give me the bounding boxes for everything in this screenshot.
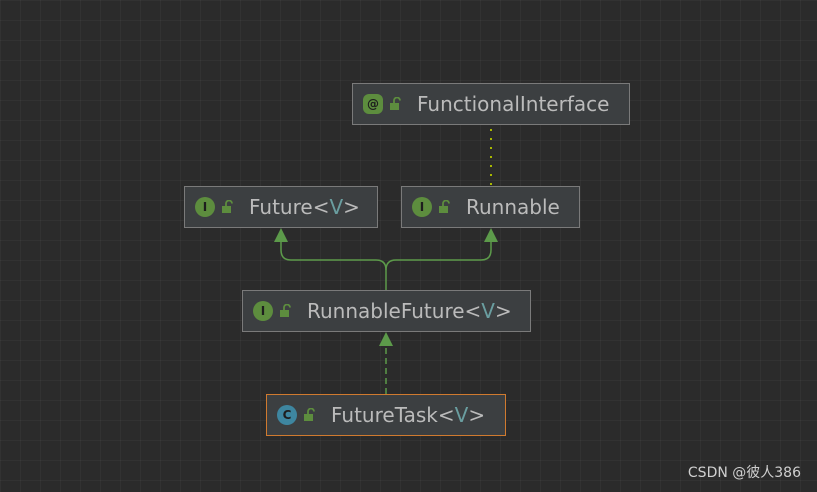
generic-open: < <box>464 299 482 323</box>
class-name: FutureTask <box>331 403 438 427</box>
node-functional-interface[interactable]: @ FunctionalInterface <box>352 83 630 125</box>
node-label: Future<V> <box>249 195 360 219</box>
generic-close: > <box>468 403 486 427</box>
interface-icon: I <box>195 197 215 217</box>
node-label: RunnableFuture<V> <box>307 299 512 323</box>
unlocked-icon <box>222 200 233 213</box>
generic-close: > <box>343 195 360 219</box>
type-parameter: V <box>329 195 344 219</box>
class-icon: C <box>277 405 297 425</box>
interface-icon: I <box>412 197 432 217</box>
generic-close: > <box>494 299 512 323</box>
interface-icon: I <box>253 301 273 321</box>
unlocked-icon <box>280 304 291 317</box>
arrowhead-runnable-future <box>379 332 393 346</box>
node-future[interactable]: I Future<V> <box>184 186 378 228</box>
unlocked-icon <box>304 408 315 421</box>
node-label: FutureTask<V> <box>331 403 485 427</box>
unlocked-icon <box>439 200 450 213</box>
arrowhead-future <box>274 228 288 242</box>
generic-open: < <box>437 403 455 427</box>
class-name: Future <box>249 195 313 219</box>
type-parameter: V <box>454 403 469 427</box>
node-runnable-future[interactable]: I RunnableFuture<V> <box>242 290 531 332</box>
watermark: CSDN @彼人386 <box>687 465 801 481</box>
annotation-icon: @ <box>363 94 383 114</box>
node-future-task[interactable]: C FutureTask<V> <box>266 394 506 436</box>
node-label: FunctionalInterface <box>417 92 610 116</box>
type-parameter: V <box>481 299 495 323</box>
node-runnable[interactable]: I Runnable <box>401 186 580 228</box>
node-label: Runnable <box>466 195 560 219</box>
unlocked-icon <box>390 97 401 110</box>
edge-runnable-future-to-runnable <box>385 238 492 271</box>
class-name: RunnableFuture <box>307 299 465 323</box>
generic-open: < <box>312 195 330 219</box>
arrowhead-runnable <box>484 228 498 242</box>
edge-runnable-future-to-future <box>280 238 387 290</box>
